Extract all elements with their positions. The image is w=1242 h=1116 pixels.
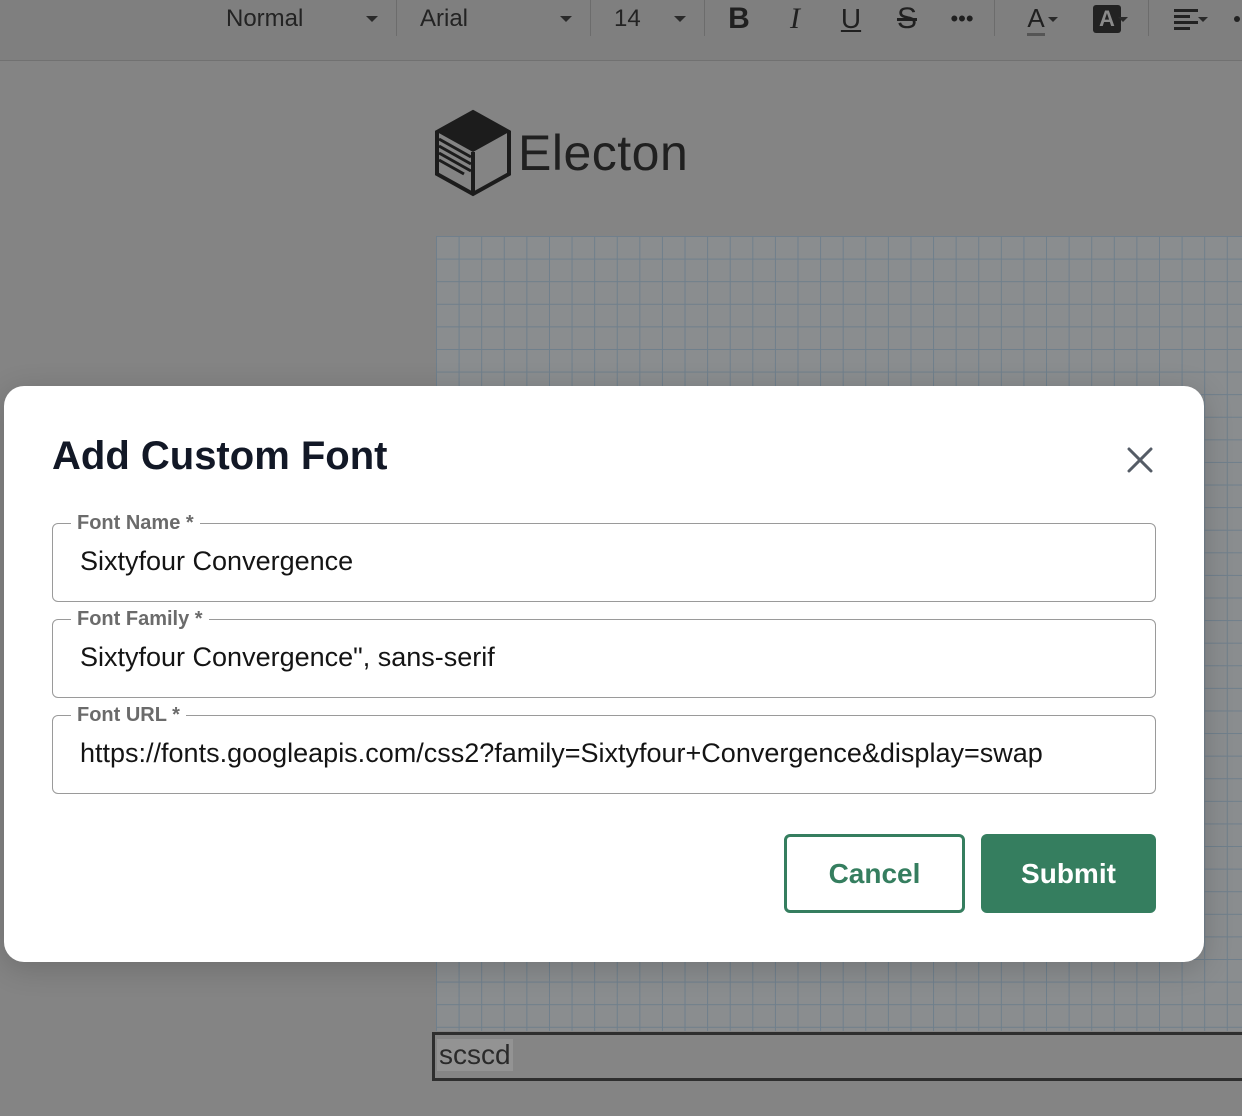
italic-button[interactable]: I — [780, 0, 810, 38]
toolbar-overflow-button[interactable] — [1232, 0, 1242, 38]
chevron-down-icon — [560, 16, 572, 22]
paragraph-style-select[interactable]: Normal — [226, 0, 382, 38]
toolbar-divider — [1148, 0, 1149, 36]
font-name-label: Font Name * — [71, 512, 200, 535]
editor-toolbar: Normal Arial 14 B I U S ••• A A — [0, 0, 1242, 61]
chevron-down-icon — [1198, 17, 1208, 22]
toolbar-divider — [704, 0, 705, 36]
chevron-down-icon — [366, 16, 378, 22]
submit-button[interactable]: Submit — [981, 834, 1156, 913]
add-custom-font-dialog: Add Custom Font Font Name * Font Family … — [4, 386, 1204, 962]
document-input-value: scscd — [437, 1039, 513, 1071]
chevron-down-icon — [1118, 17, 1128, 22]
font-family-select[interactable]: Arial — [420, 0, 576, 38]
strikethrough-button[interactable]: S — [892, 0, 922, 38]
font-url-field: Font URL * — [52, 704, 1156, 794]
overflow-dot-icon — [1234, 16, 1240, 22]
strikethrough-icon: S — [896, 2, 917, 35]
font-family-label: Font Family * — [71, 608, 209, 631]
toolbar-divider — [994, 0, 995, 36]
paragraph-style-value: Normal — [226, 5, 304, 32]
font-name-field: Font Name * — [52, 512, 1156, 602]
brand-name: Electon — [518, 125, 689, 181]
cube-logo-icon — [435, 109, 511, 197]
text-color-button[interactable]: A — [1012, 0, 1060, 38]
font-family-value: Arial — [420, 5, 469, 32]
font-family-input[interactable] — [80, 642, 1140, 673]
bold-button[interactable]: B — [724, 0, 754, 38]
toolbar-divider — [590, 0, 591, 36]
align-left-icon — [1174, 9, 1198, 30]
underline-button[interactable]: U — [836, 0, 866, 38]
font-family-field: Font Family * — [52, 608, 1156, 698]
underline-icon: U — [840, 3, 862, 34]
font-name-input[interactable] — [80, 546, 1140, 577]
font-size-select[interactable]: 14 — [614, 0, 690, 38]
font-size-value: 14 — [614, 5, 641, 32]
font-url-label: Font URL * — [71, 704, 186, 727]
text-align-button[interactable] — [1164, 0, 1210, 38]
dialog-title: Add Custom Font — [52, 434, 388, 478]
close-button[interactable] — [1122, 442, 1158, 478]
cancel-button[interactable]: Cancel — [784, 834, 965, 913]
close-icon — [1127, 447, 1153, 473]
toolbar-divider — [396, 0, 397, 36]
text-color-icon: A — [1027, 3, 1045, 36]
chevron-down-icon — [674, 16, 686, 22]
more-options-button[interactable]: ••• — [942, 0, 982, 38]
italic-icon: I — [790, 2, 800, 35]
brand-logo: Electon — [434, 108, 688, 198]
bold-icon: B — [728, 2, 750, 35]
font-url-input[interactable] — [80, 738, 1140, 769]
highlight-color-button[interactable]: A — [1082, 0, 1132, 38]
document-text-input[interactable]: scscd — [432, 1032, 1242, 1081]
more-dots-icon: ••• — [950, 6, 974, 31]
chevron-down-icon — [1048, 17, 1058, 22]
highlight-icon: A — [1093, 5, 1121, 33]
